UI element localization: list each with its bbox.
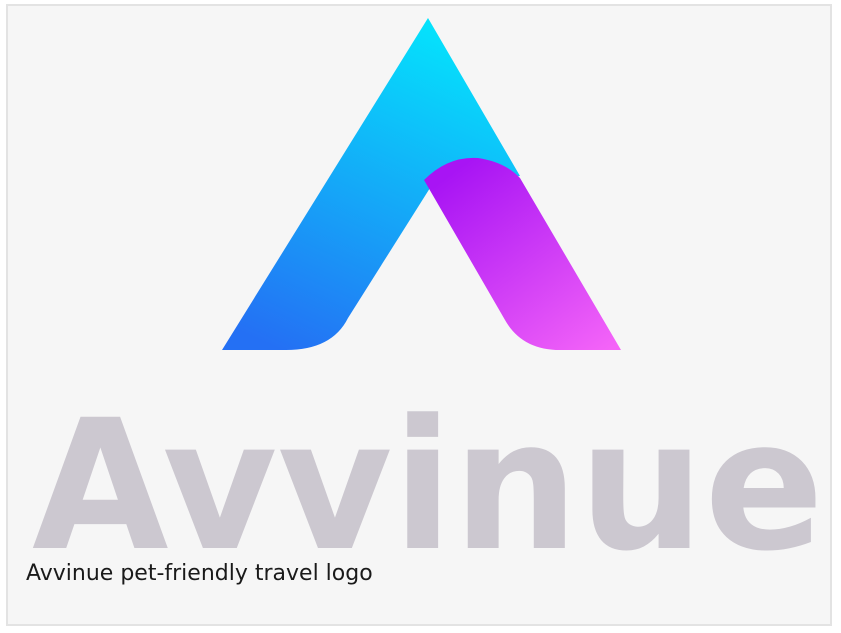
logo-caption: Avvinue pet-friendly travel logo xyxy=(26,561,373,586)
wordmark-text: Avvinue xyxy=(32,382,824,591)
wordmark-logo: Avvinue xyxy=(32,382,824,591)
